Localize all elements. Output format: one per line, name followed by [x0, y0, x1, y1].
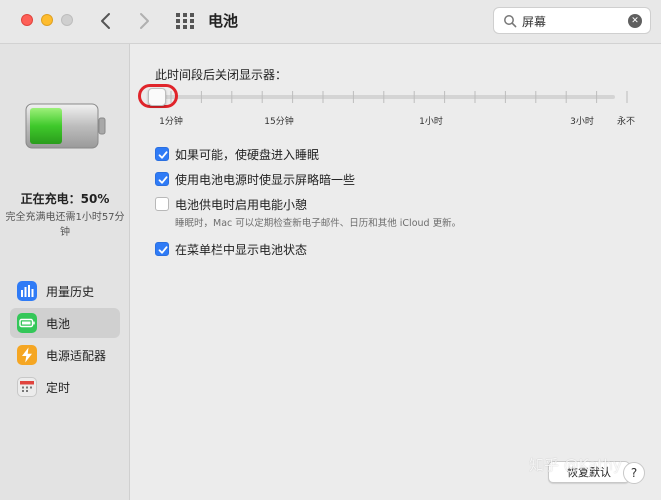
charge-status-text: 正在充电：50%: [20, 192, 110, 206]
help-button[interactable]: ?: [623, 462, 645, 484]
tick-label-15-minutes: 15分钟: [264, 117, 294, 127]
watermark-text: 知乎 @Kathy: [529, 456, 622, 474]
close-window-button[interactable]: [21, 14, 33, 26]
option-label: 如果可能，使硬盘进入睡眠: [175, 148, 320, 162]
dim-display-checkbox[interactable]: [155, 172, 169, 186]
tick-label-never: 永不: [616, 117, 636, 127]
option-label: 在菜单栏中显示电池状态: [175, 243, 308, 257]
search-box[interactable]: ✕: [493, 7, 651, 34]
slider-thumb[interactable]: [148, 88, 166, 106]
sidebar-item-label: 定时: [46, 381, 71, 395]
lightning-icon: [17, 345, 37, 365]
chevron-left-icon: [101, 13, 110, 29]
hard-disk-sleep-checkbox[interactable]: [155, 147, 169, 161]
sidebar-item-power-adapter[interactable]: 电源适配器: [10, 340, 120, 370]
slider-ticks: [170, 91, 628, 103]
battery-status-icon: [25, 103, 106, 149]
sidebar-item-schedule[interactable]: 定时: [10, 372, 120, 402]
clear-search-icon[interactable]: ✕: [628, 14, 642, 28]
search-icon: [504, 15, 517, 28]
display-off-slider[interactable]: [131, 82, 661, 112]
back-button[interactable]: [96, 8, 116, 34]
tick-label-1-hour: 1小时: [419, 117, 443, 127]
bar-chart-icon: [17, 281, 37, 301]
charge-time-text: 完全充满电还需1小时57分钟: [5, 212, 125, 238]
battery-charge-fill: [30, 108, 62, 144]
tick-label-3-hours: 3小时: [570, 117, 594, 127]
chevron-right-icon: [140, 13, 149, 29]
minimize-window-button[interactable]: [41, 14, 53, 26]
sidebar-item-label: 电源适配器: [46, 349, 107, 363]
show-all-grid-icon[interactable]: [176, 13, 194, 29]
checkmark-icon: [158, 246, 168, 254]
sidebar: 正在充电：50% 完全充满电还需1小时57分钟 用量历史 电池 电源适配器 定时: [0, 44, 130, 500]
checkmark-icon: [158, 176, 168, 184]
tick-label-1-minute: 1分钟: [159, 117, 183, 127]
menu-bar-battery-checkbox[interactable]: [155, 242, 169, 256]
calendar-icon: [17, 377, 37, 397]
display-off-label: 此时间段后关闭显示器：: [155, 68, 288, 82]
window-title: 电池: [208, 12, 239, 30]
power-nap-checkbox[interactable]: [155, 197, 169, 211]
option-description: 睡眠时，Mac 可以定期检查新电子邮件、日历和其他 iCloud 更新。: [175, 218, 462, 229]
sidebar-item-label: 电池: [46, 317, 71, 331]
forward-button[interactable]: [134, 8, 154, 34]
search-input[interactable]: [522, 12, 617, 30]
checkmark-icon: [158, 151, 168, 159]
battery-icon: [17, 313, 37, 333]
zoom-window-button[interactable]: [61, 14, 73, 26]
battery-settings-pane: 此时间段后关闭显示器： 1分钟 15分钟 1小时 3小时 永不 如果可能，使硬盘…: [131, 44, 661, 500]
window-toolbar: 电池 ✕: [0, 0, 661, 44]
option-label: 电池供电时启用电能小憩: [175, 198, 308, 212]
sidebar-item-label: 用量历史: [46, 285, 95, 299]
sidebar-item-battery[interactable]: 电池: [10, 308, 120, 338]
sidebar-item-usage-history[interactable]: 用量历史: [10, 276, 120, 306]
option-label: 使用电池电源时使显示屏略暗一些: [175, 173, 356, 187]
